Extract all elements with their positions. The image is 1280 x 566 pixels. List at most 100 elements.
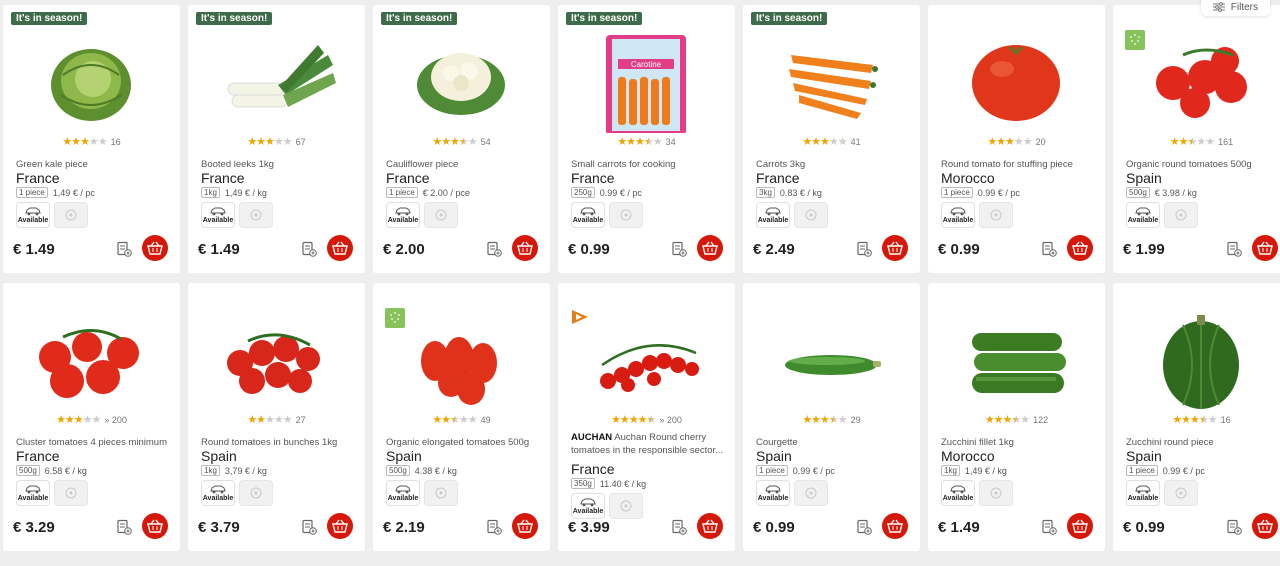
delivery-available[interactable]: Available (941, 480, 975, 506)
add-to-list-button[interactable] (1226, 241, 1242, 257)
add-to-cart-button[interactable] (142, 513, 168, 539)
delivery-available[interactable]: Available (756, 202, 790, 228)
availability: Available (941, 480, 1013, 506)
product-card[interactable]: ★★★★★ 16 Zucchini round piece Spain 1 piece 0… (1113, 283, 1280, 551)
product-image[interactable]: Carotine (558, 25, 735, 133)
basket-icon (702, 241, 718, 255)
add-to-cart-button[interactable] (697, 513, 723, 539)
add-to-list-button[interactable] (671, 519, 687, 535)
delivery-available[interactable]: Available (571, 202, 605, 228)
add-to-cart-button[interactable] (512, 513, 538, 539)
quantity-tag: 500g (386, 465, 410, 476)
pickup-icon (620, 209, 632, 221)
pickup-icon (435, 209, 447, 221)
add-to-list-button[interactable] (301, 241, 317, 257)
product-card[interactable]: It's in season! Carotine ★★★★★ 34 Small carr… (558, 5, 735, 273)
product-image[interactable] (1113, 303, 1280, 411)
add-to-cart-button[interactable] (1067, 235, 1093, 261)
add-to-list-button[interactable] (116, 519, 132, 535)
delivery-available[interactable]: Available (571, 493, 605, 519)
product-image[interactable] (743, 25, 920, 133)
add-to-list-button[interactable] (486, 519, 502, 535)
delivery-available[interactable]: Available (201, 202, 235, 228)
delivery-car-icon (580, 207, 596, 216)
review-count: » 200 (659, 415, 682, 425)
delivery-available[interactable]: Available (386, 480, 420, 506)
add-to-list-button[interactable] (486, 241, 502, 257)
available-label: Available (757, 217, 789, 224)
product-card[interactable]: ★★★★★ 27 Round tomatoes in bunches 1kg Spai… (188, 283, 365, 551)
pickup-icon (65, 209, 77, 221)
zucchinis-image (972, 333, 1066, 393)
product-name-text: Small carrots for cooking (571, 159, 676, 170)
product-card[interactable]: ★★★★★» 200 AUCHAN Auchan Round cherry tom… (558, 283, 735, 551)
add-to-list-button[interactable] (116, 241, 132, 257)
delivery-available[interactable]: Available (201, 480, 235, 506)
unit-info: 500g 6.58 € / kg (16, 465, 87, 476)
add-to-list-button[interactable] (856, 241, 872, 257)
delivery-available[interactable]: Available (16, 480, 50, 506)
product-origin: Spain (201, 448, 237, 464)
product-image[interactable] (928, 25, 1105, 133)
product-image[interactable] (3, 303, 180, 411)
product-card[interactable]: It's in season! ★★★★★ 67 Booted leeks 1kg Fr… (188, 5, 365, 273)
add-to-cart-button[interactable] (697, 235, 723, 261)
delivery-available[interactable]: Available (941, 202, 975, 228)
add-to-cart-button[interactable] (512, 235, 538, 261)
product-price: € 2.00 (383, 241, 425, 258)
product-card[interactable]: ★★★★★ 122 Zucchini fillet 1kg Morocco 1kg 1,4… (928, 283, 1105, 551)
delivery-available[interactable]: Available (386, 202, 420, 228)
product-origin: Spain (386, 448, 422, 464)
product-card[interactable]: ★★★★★ 161 Organic round tomatoes 500g Spain… (1113, 5, 1280, 273)
delivery-available[interactable]: Available (1126, 202, 1160, 228)
bigtomato-image (972, 45, 1060, 121)
product-image[interactable] (743, 303, 920, 411)
rating: ★★★★★ 34 (558, 135, 735, 148)
add-to-cart-button[interactable] (1252, 513, 1278, 539)
product-card[interactable]: It's in season! ★★★★★ 41 Carrots 3kg France 3… (743, 5, 920, 273)
pickup-icon (990, 209, 1002, 221)
season-badge: It's in season! (196, 12, 273, 25)
product-image[interactable] (373, 303, 550, 411)
add-to-list-button[interactable] (856, 519, 872, 535)
availability: Available (16, 202, 88, 228)
product-image[interactable] (188, 303, 365, 411)
product-name[interactable]: AUCHAN Auchan Round cherry tomatoes in t… (571, 431, 729, 457)
product-image[interactable] (188, 25, 365, 133)
add-to-list-button[interactable] (671, 241, 687, 257)
add-to-list-button[interactable] (1226, 519, 1242, 535)
product-price: € 1.49 (198, 241, 240, 258)
product-card[interactable]: ★★★★★ 29 Courgette Spain 1 piece 0.99 € / pc A… (743, 283, 920, 551)
delivery-available[interactable]: Available (756, 480, 790, 506)
add-to-cart-button[interactable] (327, 235, 353, 261)
delivery-available[interactable]: Available (1126, 480, 1160, 506)
delivery-car-icon (765, 207, 781, 216)
product-card[interactable]: ★★★★★» 200 Cluster tomatoes 4 pieces mini… (3, 283, 180, 551)
filters-button[interactable]: Filters (1200, 0, 1270, 16)
product-card[interactable]: ★★★★★ 20 Round tomato for stuffing piece Mo… (928, 5, 1105, 273)
product-card[interactable]: It's in season! ★★★★★ 16 Green kale piece Fr… (3, 5, 180, 273)
product-card[interactable]: It's in season! ★★★★★ 54 Cauliflower piece F… (373, 5, 550, 273)
basket-icon (1072, 241, 1088, 255)
add-to-cart-button[interactable] (327, 513, 353, 539)
add-to-cart-button[interactable] (1067, 513, 1093, 539)
product-grid: It's in season! ★★★★★ 16 Green kale piece Fr… (3, 5, 1280, 561)
basket-icon (887, 519, 903, 533)
product-image[interactable] (558, 303, 735, 411)
add-to-cart-button[interactable] (882, 513, 908, 539)
delivery-available[interactable]: Available (16, 202, 50, 228)
add-to-cart-button[interactable] (882, 235, 908, 261)
rating-stars: ★★★★★ (611, 414, 656, 426)
add-to-list-button[interactable] (301, 519, 317, 535)
add-to-cart-button[interactable] (142, 235, 168, 261)
product-image[interactable] (928, 303, 1105, 411)
product-image[interactable] (373, 25, 550, 133)
product-card[interactable]: ★★★★★ 49 Organic elongated tomatoes 500g Sp… (373, 283, 550, 551)
pickup-unavailable (794, 202, 828, 228)
add-to-list-button[interactable] (1041, 241, 1057, 257)
product-image[interactable] (3, 25, 180, 133)
product-price: € 1.49 (938, 519, 980, 536)
product-image[interactable] (1113, 25, 1280, 133)
add-to-list-button[interactable] (1041, 519, 1057, 535)
add-to-cart-button[interactable] (1252, 235, 1278, 261)
